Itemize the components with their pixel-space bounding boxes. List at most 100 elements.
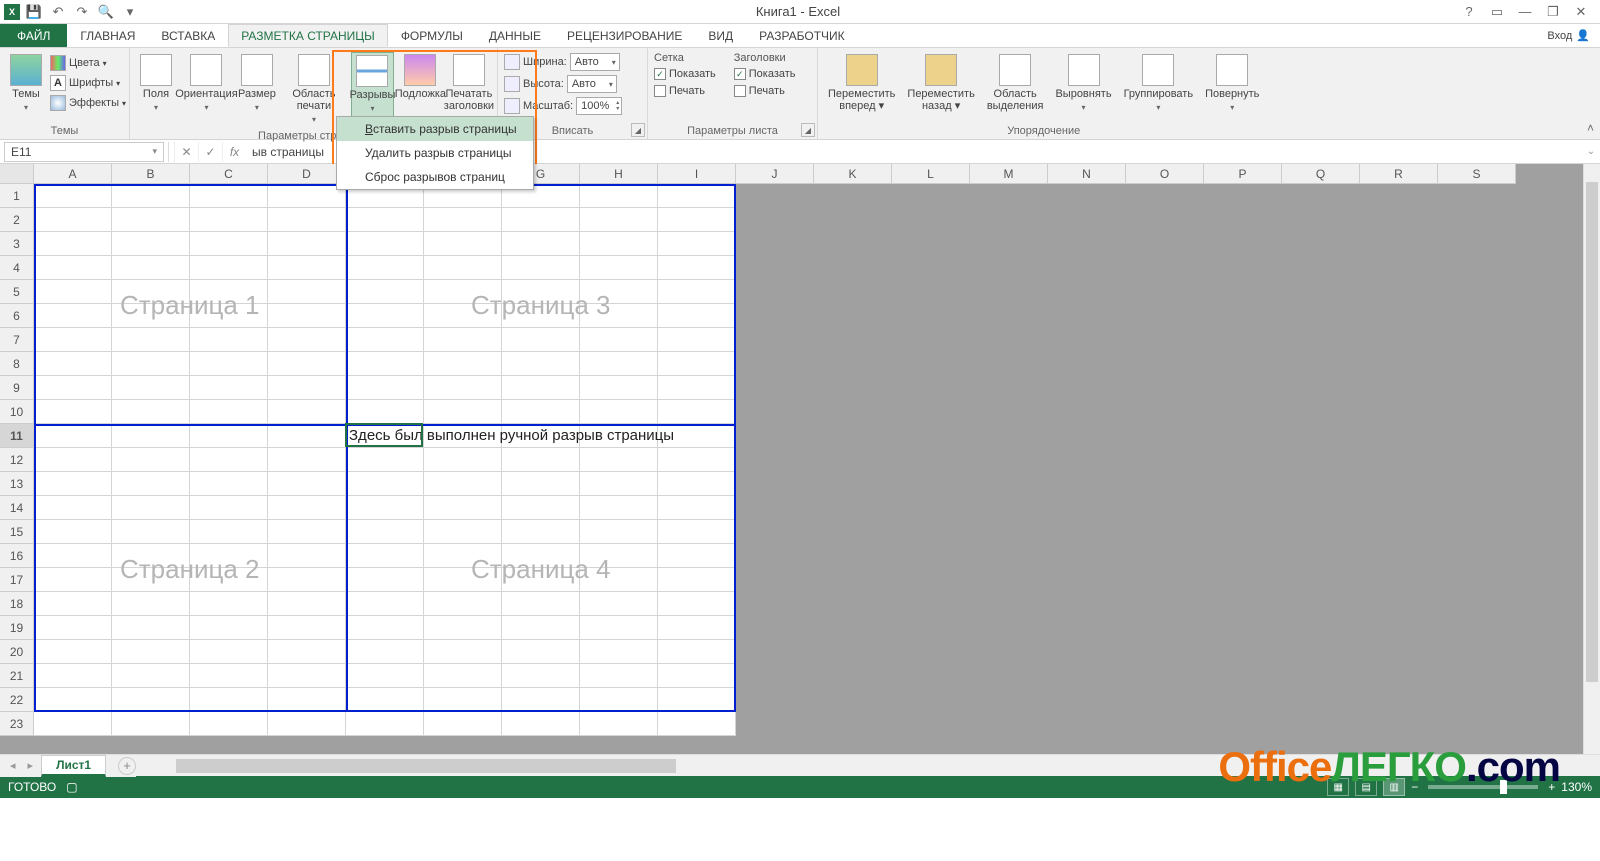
page-break-horizontal[interactable] (34, 424, 736, 426)
themes-button[interactable]: Темы ▾ (6, 52, 46, 116)
row-header-10[interactable]: 10 (0, 400, 34, 424)
expand-formula-bar-icon[interactable]: ⌄ (1582, 146, 1600, 157)
select-all-corner[interactable] (0, 164, 34, 184)
ribbon-display-icon[interactable]: ▭ (1484, 2, 1510, 22)
theme-colors[interactable]: Цвета▾ (50, 54, 126, 72)
tab-formulas[interactable]: ФОРМУЛЫ (388, 24, 476, 47)
headings-show[interactable]: ✓Показать (734, 67, 796, 81)
tab-home[interactable]: ГЛАВНАЯ (67, 24, 148, 47)
row-header-4[interactable]: 4 (0, 256, 34, 280)
sign-in[interactable]: Вход 👤 (1547, 24, 1600, 47)
sheet-nav-next-icon[interactable]: ▸ (24, 759, 38, 772)
name-box[interactable]: E11▾ (4, 142, 164, 162)
qat-undo-icon[interactable]: ↶ (48, 2, 68, 22)
row-header-16[interactable]: 16 (0, 544, 34, 568)
help-icon[interactable]: ? (1456, 2, 1482, 22)
col-header-I[interactable]: I (658, 164, 736, 184)
col-header-A[interactable]: A (34, 164, 112, 184)
col-header-P[interactable]: P (1204, 164, 1282, 184)
theme-effects[interactable]: Эффекты▾ (50, 94, 126, 112)
qat-redo-icon[interactable]: ↷ (72, 2, 92, 22)
scale-spinner[interactable]: 100% (576, 97, 622, 115)
row-header-2[interactable]: 2 (0, 208, 34, 232)
macro-record-icon[interactable]: ▢ (66, 780, 77, 794)
row-header-18[interactable]: 18 (0, 592, 34, 616)
fit-width-combo[interactable]: Авто (570, 53, 620, 71)
row-header-15[interactable]: 15 (0, 520, 34, 544)
row-header-5[interactable]: 5 (0, 280, 34, 304)
tab-data[interactable]: ДАННЫЕ (476, 24, 554, 47)
col-header-R[interactable]: R (1360, 164, 1438, 184)
col-header-J[interactable]: J (736, 164, 814, 184)
cells-area[interactable] (34, 184, 736, 736)
size-button[interactable]: Размер▾ (237, 52, 277, 116)
col-header-O[interactable]: O (1126, 164, 1204, 184)
tab-insert[interactable]: ВСТАВКА (148, 24, 228, 47)
tab-review[interactable]: РЕЦЕНЗИРОВАНИЕ (554, 24, 695, 47)
scrollbar-thumb[interactable] (176, 759, 676, 773)
row-header-6[interactable]: 6 (0, 304, 34, 328)
tab-file[interactable]: ФАЙЛ (0, 24, 67, 47)
fx-icon[interactable]: fx (222, 142, 246, 162)
collapse-ribbon-icon[interactable]: ˄ (1587, 121, 1594, 135)
cancel-formula-icon[interactable]: ✕ (174, 142, 198, 162)
group-button[interactable]: Группировать▾ (1120, 52, 1198, 116)
worksheet-grid[interactable]: ABCDEFGHIJKLMNOPQRS 12345678910111213141… (0, 164, 1600, 754)
minimize-icon[interactable]: — (1512, 2, 1538, 22)
col-header-B[interactable]: B (112, 164, 190, 184)
row-header-21[interactable]: 21 (0, 664, 34, 688)
selection-pane-button[interactable]: Областьвыделения (983, 52, 1048, 114)
col-header-S[interactable]: S (1438, 164, 1516, 184)
vertical-scrollbar[interactable] (1583, 164, 1600, 754)
zoom-level[interactable]: 130% (1561, 780, 1592, 794)
row-header-13[interactable]: 13 (0, 472, 34, 496)
qat-save-icon[interactable]: 💾 (24, 2, 44, 22)
background-button[interactable]: Подложка (398, 52, 443, 102)
col-header-D[interactable]: D (268, 164, 346, 184)
row-header-14[interactable]: 14 (0, 496, 34, 520)
row-header-11[interactable]: 11 (0, 424, 34, 448)
row-header-12[interactable]: 12 (0, 448, 34, 472)
add-sheet-button[interactable]: + (118, 757, 136, 775)
theme-fonts[interactable]: AШрифты▾ (50, 74, 126, 92)
col-header-K[interactable]: K (814, 164, 892, 184)
row-header-22[interactable]: 22 (0, 688, 34, 712)
breaks-button[interactable]: Разрывы▾ (351, 52, 394, 118)
bring-forward-button[interactable]: Переместитьвперед ▾ (824, 52, 899, 114)
enter-formula-icon[interactable]: ✓ (198, 142, 222, 162)
sheet-opts-launcher-icon[interactable]: ◢ (801, 123, 815, 137)
restore-icon[interactable]: ❐ (1540, 2, 1566, 22)
row-header-19[interactable]: 19 (0, 616, 34, 640)
fit-launcher-icon[interactable]: ◢ (631, 123, 645, 137)
sheet-tab-active[interactable]: Лист1 (41, 755, 106, 777)
scrollbar-thumb[interactable] (1586, 182, 1598, 682)
sheet-nav-prev-icon[interactable]: ◂ (6, 759, 20, 772)
row-header-3[interactable]: 3 (0, 232, 34, 256)
send-backward-button[interactable]: Переместитьназад ▾ (903, 52, 978, 114)
qat-preview-icon[interactable]: 🔍 (96, 2, 116, 22)
row-header-1[interactable]: 1 (0, 184, 34, 208)
headings-print[interactable]: Печать (734, 84, 796, 98)
row-header-8[interactable]: 8 (0, 352, 34, 376)
menu-remove-break[interactable]: Удалить разрыв страницы (337, 141, 533, 165)
tab-view[interactable]: ВИД (695, 24, 746, 47)
col-header-H[interactable]: H (580, 164, 658, 184)
row-header-23[interactable]: 23 (0, 712, 34, 736)
row-header-17[interactable]: 17 (0, 568, 34, 592)
col-header-L[interactable]: L (892, 164, 970, 184)
align-button[interactable]: Выровнять▾ (1051, 52, 1115, 116)
page-break-vertical[interactable] (346, 184, 348, 712)
row-header-20[interactable]: 20 (0, 640, 34, 664)
row-header-9[interactable]: 9 (0, 376, 34, 400)
menu-reset-breaks[interactable]: Сброс разрывов страниц (337, 165, 533, 189)
margins-button[interactable]: Поля▾ (136, 52, 176, 116)
orientation-button[interactable]: Ориентация▾ (180, 52, 233, 116)
gridlines-print[interactable]: Печать (654, 84, 716, 98)
rotate-button[interactable]: Повернуть▾ (1201, 52, 1263, 116)
print-titles-button[interactable]: Печататьзаголовки (447, 52, 491, 114)
col-header-C[interactable]: C (190, 164, 268, 184)
tab-developer[interactable]: РАЗРАБОТЧИК (746, 24, 858, 47)
col-header-N[interactable]: N (1048, 164, 1126, 184)
close-icon[interactable]: ✕ (1568, 2, 1594, 22)
col-header-M[interactable]: M (970, 164, 1048, 184)
